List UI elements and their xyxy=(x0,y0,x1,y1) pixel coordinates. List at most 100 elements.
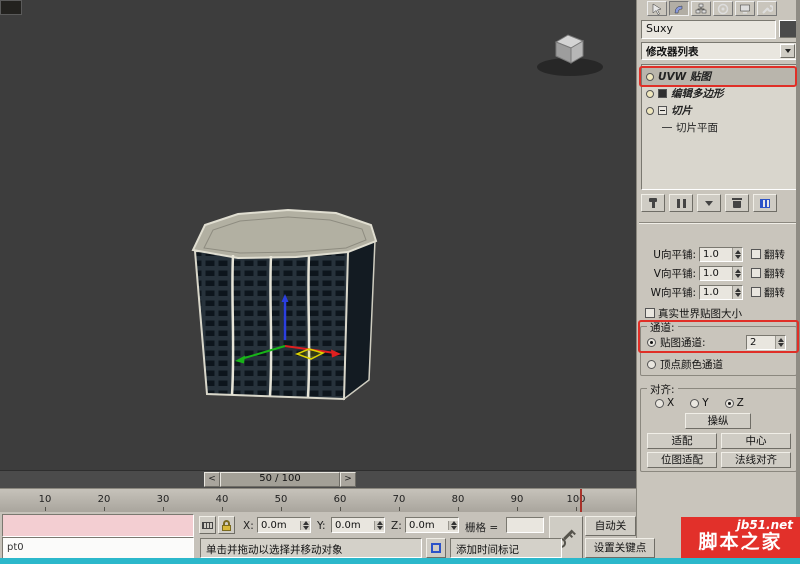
align-x-cell[interactable]: X xyxy=(655,397,674,409)
stack-item-slice-plane[interactable]: 切片平面 xyxy=(642,119,796,136)
track-bar[interactable]: 10 20 30 40 50 60 70 80 90 100 xyxy=(0,488,636,512)
time-slider-track[interactable]: < 50 / 100 > xyxy=(0,470,636,488)
expand-icon[interactable] xyxy=(658,89,667,98)
w-tile-spin-arrows[interactable] xyxy=(732,285,742,299)
map-channel-spinner[interactable]: 2 xyxy=(746,335,786,350)
v-tile-value[interactable]: 1.0 xyxy=(700,267,732,280)
make-unique-button[interactable] xyxy=(697,194,721,212)
collapse-icon[interactable] xyxy=(658,106,667,115)
bitmap-fit-button[interactable]: 位图适配 xyxy=(647,452,717,468)
panel-scrollbar[interactable] xyxy=(796,0,800,564)
tab-utilities[interactable] xyxy=(757,1,777,16)
align-y-radio[interactable] xyxy=(690,398,700,408)
configure-modifier-sets-button[interactable] xyxy=(753,194,777,212)
tab-create[interactable] xyxy=(647,1,667,16)
vertex-color-radio[interactable] xyxy=(647,360,656,369)
v-tile-spinner[interactable]: 1.0 xyxy=(699,265,743,281)
ruler-tick xyxy=(458,507,459,511)
map-channel-spin-arrows[interactable] xyxy=(775,336,785,349)
command-panel: Suxy 修改器列表 UVW 贴图 编辑多边形 切片 切片平面 U向平铺: 1.… xyxy=(636,0,800,564)
align-y-cell[interactable]: Y xyxy=(690,397,709,409)
stack-item-label[interactable]: 编辑多边形 xyxy=(671,86,724,101)
visibility-bulb-icon[interactable] xyxy=(646,89,654,98)
previous-frame-button[interactable]: < xyxy=(204,472,220,487)
time-tag-icon-button[interactable] xyxy=(426,538,446,558)
u-tile-value[interactable]: 1.0 xyxy=(700,248,732,261)
z-coordinate-field[interactable]: 0.0m xyxy=(405,517,459,533)
real-world-checkbox[interactable] xyxy=(645,308,655,318)
z-coordinate-value[interactable]: 0.0m xyxy=(406,520,448,531)
w-tile-spinner[interactable]: 1.0 xyxy=(699,284,743,300)
auto-key-button[interactable]: 自动关 xyxy=(585,516,636,536)
align-z-radio[interactable] xyxy=(724,398,734,408)
frame-number: 90 xyxy=(510,494,524,505)
stack-item-label[interactable]: 切片 xyxy=(671,103,692,118)
show-end-result-button[interactable] xyxy=(669,194,693,212)
manipulate-button[interactable]: 操纵 xyxy=(685,413,751,429)
v-tile-spin-arrows[interactable] xyxy=(732,266,742,280)
viewport[interactable] xyxy=(0,0,636,470)
normal-align-button[interactable]: 法线对齐 xyxy=(721,452,791,468)
tab-modify[interactable] xyxy=(669,1,689,16)
ruler-tick xyxy=(576,507,577,511)
x-coordinate-field[interactable]: 0.0m xyxy=(257,517,311,533)
real-world-row: 真实世界贴图大小 xyxy=(641,305,797,321)
maxscript-mini-listener[interactable]: pt0 xyxy=(2,514,194,560)
prompt-line: 单击并拖动以选择并移动对象 xyxy=(200,538,422,558)
fit-button[interactable]: 适配 xyxy=(647,433,717,449)
pin-icon xyxy=(649,197,657,208)
tab-display[interactable] xyxy=(735,1,755,16)
tab-hierarchy[interactable] xyxy=(691,1,711,16)
end-result-icon xyxy=(676,198,686,208)
dropdown-button[interactable] xyxy=(780,44,795,58)
frame-number: 30 xyxy=(156,494,170,505)
w-tile-value[interactable]: 1.0 xyxy=(700,286,732,299)
ruler-tick xyxy=(163,507,164,511)
w-flip-checkbox[interactable] xyxy=(751,287,761,297)
modify-tab-icon xyxy=(674,5,683,13)
selection-lock-button[interactable] xyxy=(218,516,235,534)
viewcube[interactable] xyxy=(528,22,613,80)
remove-modifier-button[interactable] xyxy=(725,194,749,212)
visibility-bulb-icon[interactable] xyxy=(646,72,654,81)
listener-line[interactable]: pt0 xyxy=(2,537,194,560)
z-spin-arrows[interactable] xyxy=(448,520,458,530)
stack-item-label[interactable]: UVW 贴图 xyxy=(658,69,711,84)
x-coordinate-value[interactable]: 0.0m xyxy=(258,520,300,531)
center-button[interactable]: 中心 xyxy=(721,433,791,449)
object-name-field[interactable]: Suxy xyxy=(641,20,776,39)
tab-motion[interactable] xyxy=(713,1,733,16)
v-flip-checkbox[interactable] xyxy=(751,268,761,278)
y-coordinate-value[interactable]: 0.0m xyxy=(332,520,374,531)
y-spin-arrows[interactable] xyxy=(374,520,384,530)
align-z-cell[interactable]: Z xyxy=(724,397,744,409)
align-x-radio[interactable] xyxy=(655,398,664,408)
u-tile-spin-arrows[interactable] xyxy=(732,247,742,261)
stack-item-edit-poly[interactable]: 编辑多边形 xyxy=(642,85,796,102)
visibility-bulb-icon[interactable] xyxy=(646,106,654,115)
stack-item-uvw-map[interactable]: UVW 贴图 xyxy=(642,68,796,85)
modifier-list-dropdown[interactable]: 修改器列表 xyxy=(641,42,797,60)
grid-size-field[interactable] xyxy=(506,517,544,533)
u-flip-checkbox[interactable] xyxy=(751,249,761,259)
u-tile-spinner[interactable]: 1.0 xyxy=(699,246,743,262)
time-slider-value[interactable]: 50 / 100 xyxy=(220,472,340,487)
keyboard-override-button[interactable] xyxy=(199,516,216,534)
time-slider[interactable]: < 50 / 100 > xyxy=(204,472,356,487)
frame-number: 60 xyxy=(333,494,347,505)
panel-divider xyxy=(639,222,799,224)
stack-item-slice[interactable]: 切片 xyxy=(642,102,796,119)
macro-recorder-line[interactable] xyxy=(2,514,194,537)
map-channel-value[interactable]: 2 xyxy=(747,336,775,349)
stack-item-label[interactable]: 切片平面 xyxy=(676,120,718,135)
building-model[interactable] xyxy=(178,198,393,413)
modifier-stack[interactable]: UVW 贴图 编辑多边形 切片 切片平面 xyxy=(641,64,797,190)
pin-stack-button[interactable] xyxy=(641,194,665,212)
set-key-mode-button[interactable]: 设置关键点 xyxy=(585,538,655,558)
x-spin-arrows[interactable] xyxy=(300,520,310,530)
next-frame-button[interactable]: > xyxy=(340,472,356,487)
map-channel-radio[interactable] xyxy=(647,338,656,347)
add-time-tag-field[interactable]: 添加时间标记 xyxy=(450,538,562,558)
y-coordinate-field[interactable]: 0.0m xyxy=(331,517,385,533)
object-color-swatch[interactable] xyxy=(779,20,797,38)
